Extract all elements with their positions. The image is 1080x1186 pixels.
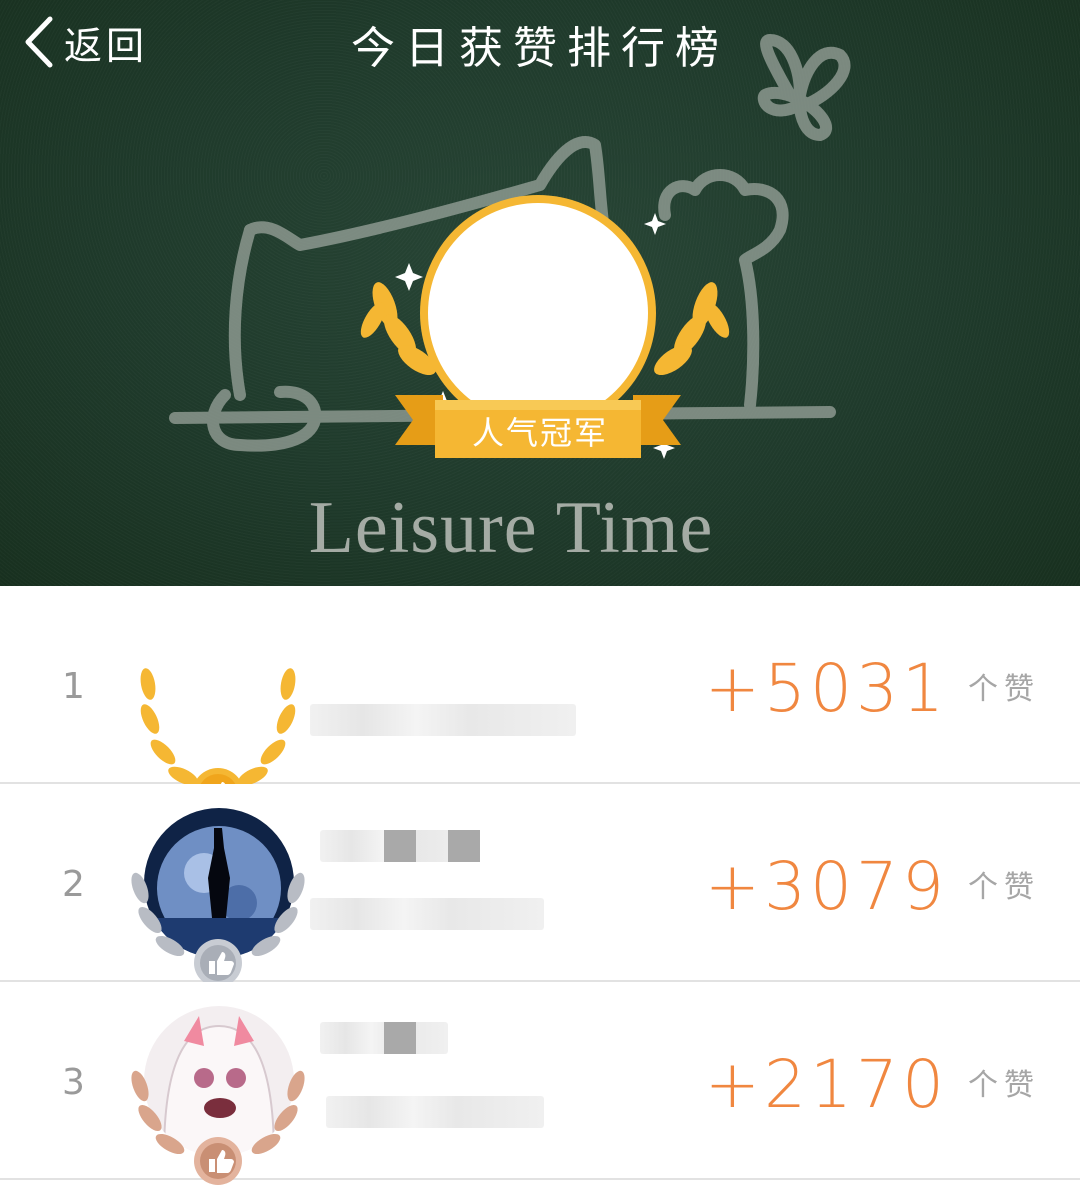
laurel-right-icon [654,282,730,376]
champion-crest-label: 人气冠军 [471,414,608,452]
rank-number: 3 [62,1062,85,1103]
blurred-username-pixel [384,830,416,862]
like-score: +2170 [704,1046,948,1123]
like-unit: 个赞 [968,672,1040,707]
banner-caption: Leisure Time [308,487,714,569]
header-banner: 返回 今日获赞排行榜 人气冠军 Leisure Time [0,0,1080,586]
like-score: +5031 [704,650,948,727]
rank-number: 2 [62,864,85,905]
blurred-subtitle [310,898,544,930]
ranking-row[interactable]: 3 +2170 个赞 [0,982,1080,1185]
like-score: +3079 [704,848,948,925]
like-unit: 个赞 [968,1068,1040,1103]
blurred-username-pixel [448,830,480,862]
ranking-row[interactable]: 2 +3079 个赞 [0,784,1080,987]
ranking-list: 1 +5031 个赞 2 +3079 个赞 3 +2170 个赞 [0,586,1080,1185]
blurred-username [310,704,576,736]
like-unit: 个赞 [968,870,1040,905]
ranking-row[interactable]: 1 +5031 个赞 [0,586,1080,820]
blurred-username-pixel [384,1022,416,1054]
rank-number: 1 [62,666,85,707]
blurred-subtitle [326,1096,544,1128]
silver-laurel-medal-icon [131,872,305,987]
page-title: 今日获赞排行榜 [351,23,729,74]
bronze-laurel-medal-icon [131,1070,305,1185]
